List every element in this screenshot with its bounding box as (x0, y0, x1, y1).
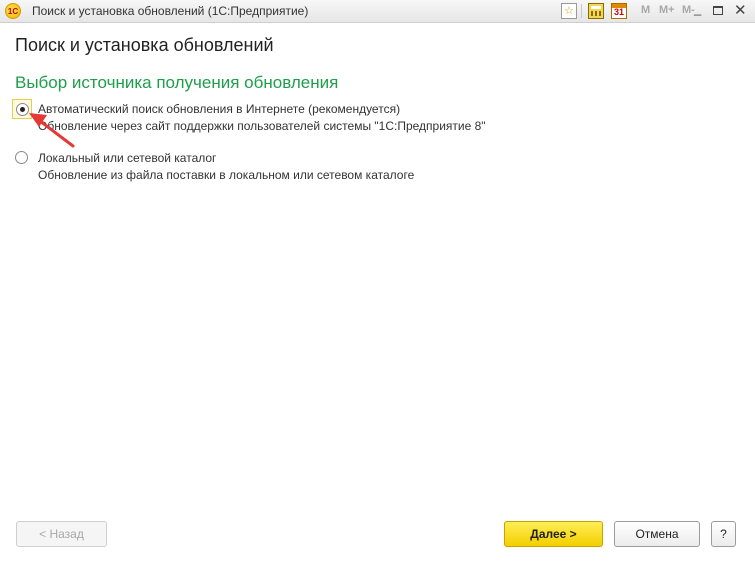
calculator-icon[interactable] (588, 3, 604, 19)
radio-focus-frame[interactable] (12, 99, 32, 119)
option-local-catalog[interactable]: Локальный или сетевой каталог Обновление… (10, 148, 630, 182)
radio-internet[interactable] (16, 103, 29, 116)
minimize-icon[interactable]: _ (694, 1, 701, 16)
page-title: Поиск и установка обновлений (15, 35, 274, 55)
help-button[interactable]: ? (711, 521, 736, 547)
favorite-star-icon[interactable]: ☆ (561, 3, 577, 19)
cancel-button[interactable]: Отмена (614, 521, 700, 547)
memory-mplus-button[interactable]: M+ (659, 4, 675, 16)
memory-mminus-button[interactable]: M- (682, 4, 695, 16)
option-local-catalog-label[interactable]: Локальный или сетевой каталог (38, 151, 216, 165)
calendar-icon[interactable]: 31 (611, 3, 627, 19)
app-logo-icon[interactable]: 1С (5, 3, 21, 19)
option-internet[interactable]: Автоматический поиск обновления в Интерн… (10, 99, 630, 133)
section-title: Выбор источника получения обновления (15, 73, 339, 92)
window-title: Поиск и установка обновлений (1С:Предпри… (32, 4, 309, 18)
close-icon[interactable]: ✕ (734, 1, 747, 19)
radio-local-catalog[interactable] (15, 151, 28, 164)
maximize-icon[interactable] (713, 6, 723, 15)
radio-frame[interactable] (12, 148, 32, 168)
next-button[interactable]: Далее > (504, 521, 603, 547)
option-internet-description: Обновление через сайт поддержки пользова… (38, 119, 486, 133)
option-internet-label[interactable]: Автоматический поиск обновления в Интерн… (38, 102, 400, 116)
title-bar: 1С Поиск и установка обновлений (1С:Пред… (0, 0, 755, 23)
back-button[interactable]: < Назад (16, 521, 107, 547)
toolbar-separator (581, 4, 582, 18)
option-local-catalog-description: Обновление из файла поставки в локальном… (38, 168, 415, 182)
memory-m-button[interactable]: M (641, 4, 650, 16)
